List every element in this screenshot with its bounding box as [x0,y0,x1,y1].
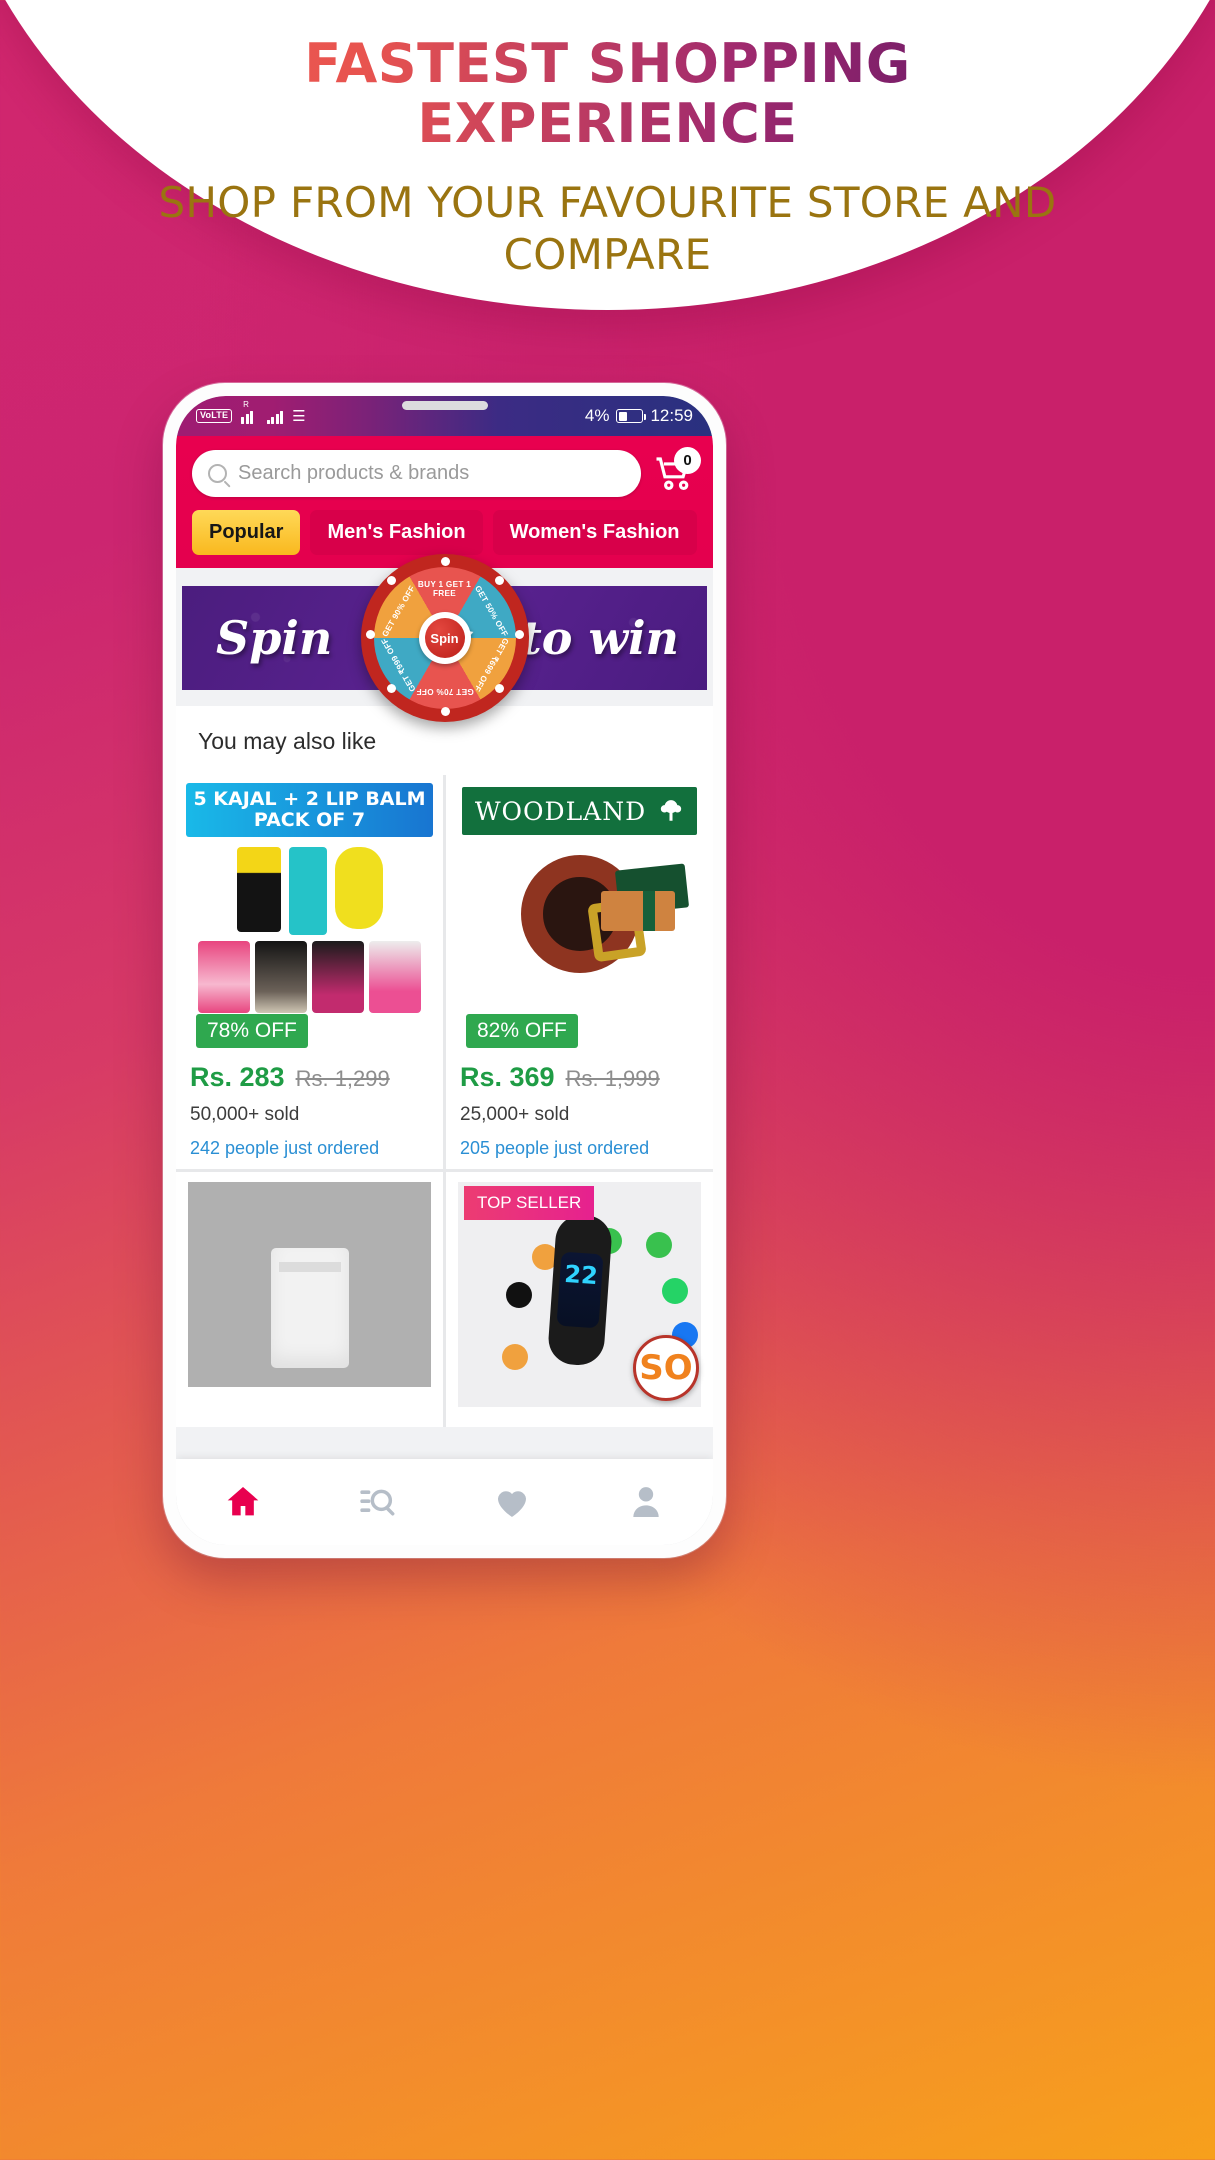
product-image [176,1172,443,1417]
sold-count: 25,000+ sold [460,1104,570,1125]
hero-title-line2: EXPERIENCE [417,92,798,156]
hero-title-line1: FASTEST SHOPPING [304,32,911,95]
band-screen: 22 [555,1251,604,1328]
hero-subtitle: SHOP FROM YOUR FAVOURITE STORE AND COMPA… [158,177,1057,280]
product-card[interactable]: 5 KAJAL + 2 LIP BALM PACK OF 7 78% OFF Rs… [176,775,443,1169]
product-image-placeholder [188,1182,431,1387]
status-bar-right: 4% 12:59 [585,406,693,426]
feature-dot-remote-camera-icon [506,1282,532,1308]
sale-price: Rs. 283 [190,1062,285,1092]
heart-icon [497,1491,526,1517]
product-image: TOP SELLER 22 SO [446,1172,713,1417]
feature-dot-distance-icon [646,1232,672,1258]
product-thumb-row-bottom [176,941,443,1013]
wallet-image [601,863,693,933]
kajal-title-line2: PACK OF 7 [253,809,366,831]
nav-search-button[interactable] [354,1479,400,1525]
search-placeholder: Search products & brands [238,462,470,484]
product-card[interactable] [176,1172,443,1427]
recent-orders: 242 people just ordered [190,1138,380,1158]
home-icon [227,1487,259,1516]
signal-bars-secondary-icon [266,409,284,424]
recent-orders: 205 people just ordered [460,1138,650,1158]
fitness-band-image: 22 [546,1212,613,1367]
category-tabs: Popular Men's Fashion Women's Fashion [192,510,697,555]
brand-name: WOODLAND [474,796,647,826]
battery-icon [616,409,647,423]
sale-price: Rs. 369 [460,1062,555,1092]
product-thumb-row-top [176,847,443,935]
original-price: Rs. 1,999 [565,1066,660,1091]
spin-button-label: Spin [424,618,465,658]
hero-text-block: FASTEST SHOPPING EXPERIENCE SHOP FROM YO… [0,22,1215,282]
nav-profile-button[interactable] [623,1479,669,1525]
spin-wheel[interactable]: BUY 1 GET 1 FREE GET 50% OFF GET ₹699 OF… [360,554,529,722]
discount-badge: 78% OFF [196,1014,308,1048]
kajal-title-line1: 5 KAJAL + 2 LIP BALM [193,787,426,810]
product-image: 5 KAJAL + 2 LIP BALM PACK OF 7 [176,775,443,1020]
product-info: 82% OFF Rs. 369 Rs. 1,999 25,000+ sold 2… [446,1014,713,1159]
sold-count: 50,000+ sold [190,1104,300,1125]
app-header: Search products & brands 0 Popular Men's… [176,436,713,568]
tree-icon [660,800,682,821]
discount-badge: 82% OFF [466,1014,578,1048]
hero-title: FASTEST SHOPPING EXPERIENCE [0,22,1215,155]
phone-screen: VoLTE R ☰ 4% 12:59 Search products & bra… [176,396,713,1545]
product-card[interactable]: WOODLAND 82% OFF Rs. 369 Rs. 1,999 25,00… [446,775,713,1169]
signal-bars-icon: R [241,400,258,424]
product-object [270,1247,349,1368]
phone-speaker-notch [401,401,488,410]
brand-banner: WOODLAND [462,787,697,835]
product-grid: 5 KAJAL + 2 LIP BALM PACK OF 7 78% OFF Rs… [176,775,713,1427]
wifi-icon: ☰ [292,407,306,425]
spin-banner[interactable]: Spin to win BUY 1 GET 1 FREE GET 50% OFF… [176,554,713,722]
product-image: WOODLAND [446,775,713,1020]
spin-label-left: Spin [216,611,333,665]
price-row: Rs. 369 Rs. 1,999 [460,1062,699,1093]
cart-count-badge: 0 [674,446,701,474]
volte-icon: VoLTE [196,409,233,423]
search-input[interactable]: Search products & brands [192,450,641,497]
status-bar-left: VoLTE R ☰ [196,400,306,425]
tab-popular[interactable]: Popular [192,510,301,555]
nav-wishlist-button[interactable] [489,1479,535,1525]
nav-home-button[interactable] [220,1479,266,1525]
feature-dot-whatsapp-icon [662,1278,688,1304]
product-image-title: 5 KAJAL + 2 LIP BALM PACK OF 7 [186,783,433,837]
tab-mens-fashion[interactable]: Men's Fashion [310,510,483,555]
cart-button[interactable]: 0 [653,446,701,496]
product-info: 78% OFF Rs. 283 Rs. 1,299 50,000+ sold 2… [176,1014,443,1159]
so-badge: SO [633,1335,699,1401]
tab-womens-fashion[interactable]: Women's Fashion [492,510,697,555]
bottom-navigation [176,1459,713,1545]
phone-mockup: VoLTE R ☰ 4% 12:59 Search products & bra… [163,383,726,1558]
spin-label-right: to win [520,611,679,665]
spin-banner-band: Spin to win BUY 1 GET 1 FREE GET 50% OFF… [182,554,707,722]
top-seller-badge: TOP SELLER [464,1186,595,1220]
profile-icon [633,1487,659,1517]
battery-percent-label: 4% [584,406,610,425]
feature-dot-bluetooth-icon [502,1344,528,1370]
clock-label: 12:59 [650,406,693,425]
search-icon [208,464,227,483]
search-row: Search products & brands 0 [192,446,701,497]
search-list-icon [360,1489,395,1516]
roaming-indicator: R [243,399,249,409]
price-row: Rs. 283 Rs. 1,299 [190,1062,429,1093]
original-price: Rs. 1,299 [295,1066,390,1091]
product-card[interactable]: TOP SELLER 22 SO [446,1172,713,1427]
spin-button[interactable]: Spin [418,612,471,664]
